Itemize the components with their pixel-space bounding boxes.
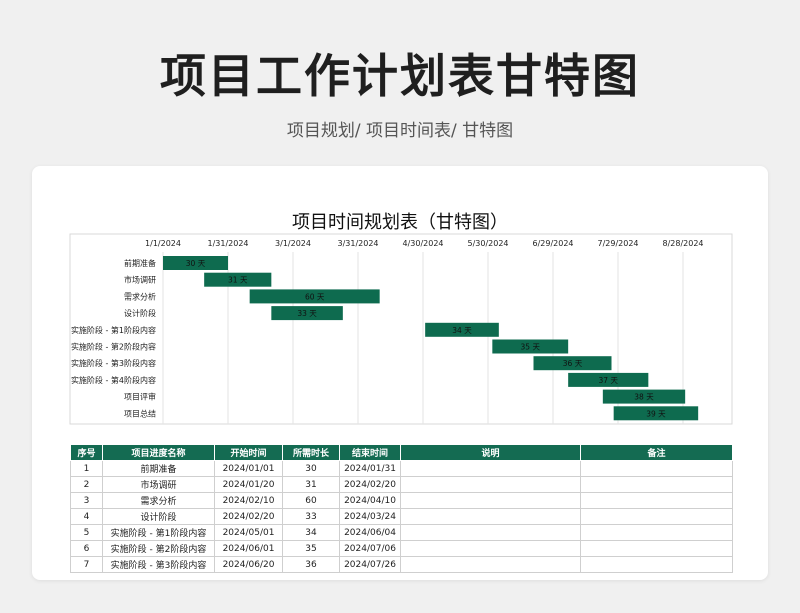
cell-remark[interactable] — [580, 476, 733, 493]
bar-duration-label: 33 天 — [297, 309, 317, 318]
bar-duration-label: 60 天 — [305, 292, 325, 301]
col-header-description: 说明 — [400, 444, 581, 461]
x-tick-label: 7/29/2024 — [597, 239, 638, 248]
y-category-label: 设计阶段 — [124, 308, 156, 318]
schedule-table: 序号 项目进度名称 开始时间 所需时长 结束时间 说明 备注 1 前期准备 2024… — [70, 444, 733, 573]
x-tick-label: 3/31/2024 — [337, 239, 378, 248]
cell-end[interactable]: 2024/07/26 — [339, 556, 401, 573]
y-category-label: 市场调研 — [124, 275, 156, 285]
cell-description[interactable] — [400, 476, 581, 493]
col-header-duration: 所需时长 — [282, 444, 340, 461]
cell-index[interactable]: 1 — [70, 460, 103, 477]
y-category-label: 实施阶段 - 第4阶段内容 — [71, 375, 156, 385]
cell-name[interactable]: 需求分析 — [102, 492, 215, 509]
cell-name[interactable]: 设计阶段 — [102, 508, 215, 525]
cell-description[interactable] — [400, 460, 581, 477]
y-category-label: 项目评审 — [124, 392, 156, 402]
table-row: 4 设计阶段 2024/02/20 33 2024/03/24 — [70, 508, 733, 525]
cell-remark[interactable] — [580, 492, 733, 509]
cell-remark[interactable] — [580, 460, 733, 477]
cell-index[interactable]: 6 — [70, 540, 103, 557]
cell-duration[interactable]: 60 — [282, 492, 340, 509]
cell-end[interactable]: 2024/03/24 — [339, 508, 401, 525]
cell-end[interactable]: 2024/01/31 — [339, 460, 401, 477]
y-category-label: 前期准备 — [124, 258, 156, 268]
y-category-label: 项目总结 — [124, 408, 156, 418]
table-row: 2 市场调研 2024/01/20 31 2024/02/20 — [70, 476, 733, 493]
x-tick-label: 5/30/2024 — [467, 239, 508, 248]
cell-start[interactable]: 2024/02/20 — [214, 508, 283, 525]
cell-description[interactable] — [400, 540, 581, 557]
table-row: 6 实施阶段 - 第2阶段内容 2024/06/01 35 2024/07/06 — [70, 540, 733, 557]
cell-index[interactable]: 7 — [70, 556, 103, 573]
col-header-index: 序号 — [70, 444, 103, 461]
gantt-chart: 1/1/2024 1/31/2024 3/1/2024 3/31/2024 4/30/2… — [69, 233, 733, 425]
cell-end[interactable]: 2024/04/10 — [339, 492, 401, 509]
cell-remark[interactable] — [580, 556, 733, 573]
col-header-name: 项目进度名称 — [102, 444, 215, 461]
y-category-label: 实施阶段 - 第2阶段内容 — [71, 342, 156, 352]
cell-duration[interactable]: 33 — [282, 508, 340, 525]
bar-duration-label: 30 天 — [186, 259, 206, 268]
bar-duration-label: 36 天 — [563, 359, 583, 368]
bar-duration-label: 38 天 — [634, 393, 654, 402]
cell-name[interactable]: 实施阶段 - 第3阶段内容 — [102, 556, 215, 573]
cell-index[interactable]: 5 — [70, 524, 103, 541]
x-tick-label: 6/29/2024 — [532, 239, 573, 248]
table-row: 1 前期准备 2024/01/01 30 2024/01/31 — [70, 460, 733, 477]
cell-name[interactable]: 实施阶段 - 第2阶段内容 — [102, 540, 215, 557]
table-header-row: 序号 项目进度名称 开始时间 所需时长 结束时间 说明 备注 — [70, 444, 733, 461]
col-header-end: 结束时间 — [339, 444, 401, 461]
gantt-card: 项目时间规划表（甘特图） 1/1/2024 1/31/2024 3/1/2024 3/… — [32, 166, 768, 580]
cell-start[interactable]: 2024/01/01 — [214, 460, 283, 477]
x-tick-label: 1/31/2024 — [207, 239, 248, 248]
table-row: 5 实施阶段 - 第1阶段内容 2024/05/01 34 2024/06/04 — [70, 524, 733, 541]
cell-start[interactable]: 2024/06/20 — [214, 556, 283, 573]
cell-duration[interactable]: 34 — [282, 524, 340, 541]
bar-duration-label: 31 天 — [228, 276, 248, 285]
bar-duration-label: 35 天 — [521, 343, 541, 352]
y-category-label: 需求分析 — [124, 291, 156, 301]
cell-name[interactable]: 市场调研 — [102, 476, 215, 493]
y-category-label: 实施阶段 - 第3阶段内容 — [71, 358, 156, 368]
cell-description[interactable] — [400, 524, 581, 541]
cell-start[interactable]: 2024/05/01 — [214, 524, 283, 541]
col-header-start: 开始时间 — [214, 444, 283, 461]
cell-description[interactable] — [400, 508, 581, 525]
y-category-label: 实施阶段 - 第1阶段内容 — [71, 325, 156, 335]
cell-index[interactable]: 4 — [70, 508, 103, 525]
cell-name[interactable]: 实施阶段 - 第1阶段内容 — [102, 524, 215, 541]
bar-duration-label: 37 天 — [599, 376, 619, 385]
cell-end[interactable]: 2024/02/20 — [339, 476, 401, 493]
x-tick-label: 8/28/2024 — [662, 239, 703, 248]
cell-end[interactable]: 2024/07/06 — [339, 540, 401, 557]
cell-duration[interactable]: 30 — [282, 460, 340, 477]
cell-start[interactable]: 2024/06/01 — [214, 540, 283, 557]
table-row: 7 实施阶段 - 第3阶段内容 2024/06/20 36 2024/07/26 — [70, 556, 733, 573]
cell-duration[interactable]: 36 — [282, 556, 340, 573]
cell-name[interactable]: 前期准备 — [102, 460, 215, 477]
cell-description[interactable] — [400, 556, 581, 573]
x-tick-label: 1/1/2024 — [145, 239, 181, 248]
bar-duration-label: 34 天 — [452, 326, 472, 335]
x-tick-label: 4/30/2024 — [402, 239, 443, 248]
cell-remark[interactable] — [580, 508, 733, 525]
cell-start[interactable]: 2024/01/20 — [214, 476, 283, 493]
cell-end[interactable]: 2024/06/04 — [339, 524, 401, 541]
breadcrumb: 项目规划/ 项目时间表/ 甘特图 — [286, 121, 514, 141]
cell-remark[interactable] — [580, 540, 733, 557]
cell-remark[interactable] — [580, 524, 733, 541]
cell-index[interactable]: 3 — [70, 492, 103, 509]
table-row: 3 需求分析 2024/02/10 60 2024/04/10 — [70, 492, 733, 509]
cell-start[interactable]: 2024/02/10 — [214, 492, 283, 509]
cell-description[interactable] — [400, 492, 581, 509]
cell-index[interactable]: 2 — [70, 476, 103, 493]
bar-duration-label: 39 天 — [646, 409, 666, 418]
page-title: 项目工作计划表甘特图 — [160, 49, 640, 103]
x-tick-label: 3/1/2024 — [275, 239, 311, 248]
cell-duration[interactable]: 31 — [282, 476, 340, 493]
cell-duration[interactable]: 35 — [282, 540, 340, 557]
col-header-remark: 备注 — [580, 444, 733, 461]
